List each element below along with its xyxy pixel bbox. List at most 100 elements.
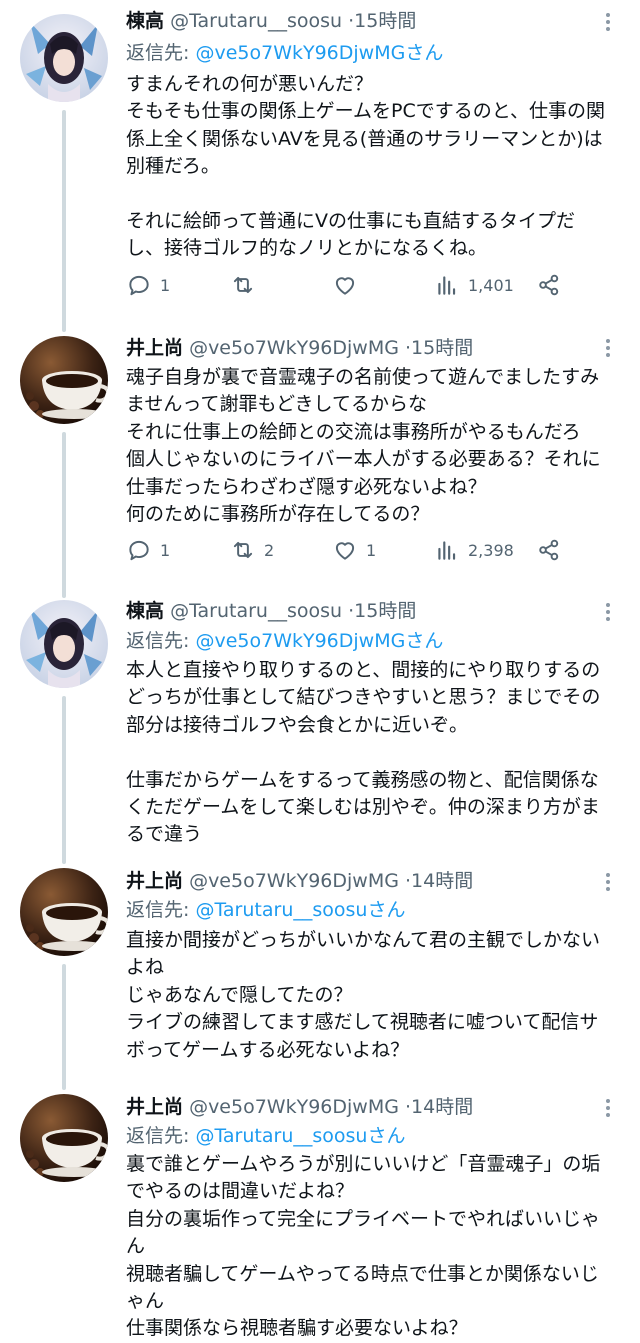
views-count: 2,398: [468, 540, 514, 560]
display-name[interactable]: 棟高: [126, 600, 164, 622]
tweet[interactable]: 井上尚 @ve5o7WkY96DjwMG ·14時間 返信先: @Tarutar…: [0, 1090, 640, 1342]
views-icon: [438, 276, 456, 295]
text-line: 直接か間接がどっちがいいかなんて君の主観でしかない: [126, 929, 601, 951]
user-handle[interactable]: @Tarutaru__soosu: [170, 10, 342, 32]
reply-count: 1: [160, 275, 171, 295]
tweet[interactable]: 井上尚 @ve5o7WkY96DjwMG ·14時間 返信先: @Tarutar…: [0, 864, 640, 1090]
views-count: 1,401: [468, 275, 514, 295]
retweet-button[interactable]: 2: [230, 534, 274, 566]
avatar[interactable]: [20, 868, 108, 956]
reply-context: 返信先: @Tarutaru__soosuさん: [126, 1121, 405, 1151]
timestamp[interactable]: 14時間: [411, 870, 473, 892]
like-button[interactable]: 1: [332, 534, 376, 566]
avatar[interactable]: [20, 1094, 108, 1182]
share-icon: [539, 274, 559, 296]
text-line: 個人じゃないのにライバー本人がする必要ある？それに: [126, 448, 601, 471]
text-line: それに絵師って普通にVの仕事にも直結するタイプだ: [126, 210, 576, 233]
coffee-avatar-image: [20, 868, 108, 956]
reply-mention[interactable]: @Tarutaru__soosuさん: [195, 899, 405, 921]
coffee-avatar-image: [20, 336, 108, 424]
text-line: よね: [126, 956, 165, 979]
reply-label: 返信先:: [126, 42, 190, 64]
avatar[interactable]: [20, 600, 108, 688]
retweet-count: 2: [264, 540, 275, 560]
like-icon: [335, 277, 355, 295]
more-icon[interactable]: [596, 10, 620, 40]
coffee-avatar-image: [20, 1094, 108, 1182]
reply-button[interactable]: 1: [126, 269, 170, 301]
timestamp[interactable]: 14時間: [411, 1096, 473, 1118]
display-name[interactable]: 井上尚: [126, 337, 183, 359]
display-name[interactable]: 井上尚: [126, 870, 183, 892]
user-handle[interactable]: @Tarutaru__soosu: [170, 600, 342, 622]
like-button[interactable]: [332, 269, 366, 301]
text-line: 仕事だからゲームをするって義務感の物と、配信関係な: [126, 768, 599, 791]
text-line: どっちが仕事として結びつきやすいと思う？まじでその: [126, 686, 601, 709]
retweet-button[interactable]: [230, 269, 264, 301]
text-line: るで違う: [126, 823, 203, 846]
more-icon[interactable]: [596, 600, 620, 630]
text-line: 別種だろ。: [126, 155, 220, 178]
text-line: ませんって謝罪もどきしてるからな: [126, 393, 427, 416]
text-line: 仕事関係なら視聴者騙す必要ないよね？: [126, 1317, 468, 1340]
tweet[interactable]: 井上尚 @ve5o7WkY96DjwMG ·15時間 魂子自身が裏で音霊魂子の名…: [0, 332, 640, 594]
display-name[interactable]: 井上尚: [126, 1096, 183, 1118]
reply-mention[interactable]: @ve5o7WkY96DjwMGさん: [195, 630, 443, 652]
reply-context: 返信先: @ve5o7WkY96DjwMGさん: [126, 38, 443, 68]
tweet-header: 井上尚 @ve5o7WkY96DjwMG ·14時間: [126, 866, 473, 896]
text-line: じゃあなんで隠してたの？: [126, 983, 353, 1006]
user-handle[interactable]: @ve5o7WkY96DjwMG: [189, 1096, 399, 1118]
text-line: それに仕事上の絵師との交流は事務所がやるもんだろ: [126, 420, 581, 443]
text-line: ゃん: [126, 1290, 165, 1313]
tweet-text: すまんそれの何が悪いんだ？ そもそも仕事の関係上ゲームをPCでするのと、仕事の関…: [126, 71, 616, 263]
tweet[interactable]: 棟高 @Tarutaru__soosu ·15時間 返信先: @ve5o7WkY…: [0, 0, 640, 332]
timestamp[interactable]: 15時間: [411, 337, 473, 359]
reply-label: 返信先:: [126, 1125, 190, 1147]
tweet-text: 魂子自身が裏で音霊魂子の名前使って遊んでましたすみ ませんって謝罪もどきしてるか…: [126, 364, 616, 528]
text-line: でやるのは間違いだよね？: [126, 1180, 355, 1203]
user-handle[interactable]: @ve5o7WkY96DjwMG: [189, 337, 399, 359]
views-icon: [438, 541, 456, 560]
more-icon[interactable]: [596, 336, 620, 366]
views-button[interactable]: 1,401: [434, 269, 514, 301]
tweet-header: 井上尚 @ve5o7WkY96DjwMG ·14時間: [126, 1092, 473, 1122]
tweet[interactable]: 棟高 @Tarutaru__soosu ·15時間 返信先: @ve5o7WkY…: [0, 594, 640, 864]
more-icon[interactable]: [596, 870, 620, 900]
text-line: 係上全く関係ないAVを見る(普通のサラリーマンとか)は: [126, 127, 603, 150]
text-line: くただゲームをして楽しむは別やぞ。仲の深まり方がま: [126, 796, 600, 819]
text-line: 仕事だったらわざわざ隠す必死ないよね？: [126, 475, 487, 498]
user-handle[interactable]: @ve5o7WkY96DjwMG: [189, 870, 399, 892]
avatar[interactable]: [20, 336, 108, 424]
share-icon: [539, 539, 559, 561]
text-line: 部分は接待ゴルフや会食とかに近いぞ。: [126, 713, 469, 736]
text-line: し、接待ゴルフ的なノリとかになるくね。: [126, 237, 488, 260]
tweet-header: 棟高 @Tarutaru__soosu ·15時間: [126, 596, 416, 626]
reply-mention[interactable]: @Tarutaru__soosuさん: [195, 1125, 405, 1147]
text-line: そもそも仕事の関係上ゲームをPCでするのと、仕事の関: [126, 100, 606, 123]
reply-label: 返信先:: [126, 899, 190, 921]
reply-icon: [129, 275, 149, 296]
views-button[interactable]: 2,398: [434, 534, 514, 566]
reply-context: 返信先: @ve5o7WkY96DjwMGさん: [126, 626, 443, 656]
more-icon[interactable]: [596, 1096, 620, 1126]
tweet-header: 棟高 @Tarutaru__soosu ·15時間: [126, 6, 416, 36]
like-count: 1: [366, 540, 377, 560]
tweet-text: 直接か間接がどっちがいいかなんて君の主観でしかない よね じゃあなんで隠してたの…: [126, 927, 616, 1064]
share-button[interactable]: [536, 534, 562, 566]
text-line: 自分の裏垢作って完全にプライベートでやればいいじゃ: [126, 1207, 601, 1230]
timestamp[interactable]: 15時間: [354, 10, 416, 32]
share-button[interactable]: [536, 269, 562, 301]
retweet-icon: [233, 276, 253, 294]
text-line: 魂子自身が裏で音霊魂子の名前使って遊んでましたすみ: [126, 366, 600, 388]
timestamp[interactable]: 15時間: [354, 600, 416, 622]
like-icon: [335, 542, 355, 560]
display-name[interactable]: 棟高: [126, 10, 164, 32]
retweet-icon: [233, 541, 253, 559]
reply-button[interactable]: 1: [126, 534, 170, 566]
avatar[interactable]: [20, 14, 108, 102]
action-bar: 1 2 1 2,398: [126, 534, 606, 566]
reply-mention[interactable]: @ve5o7WkY96DjwMGさん: [195, 42, 443, 64]
text-line: すまんそれの何が悪いんだ？: [126, 73, 374, 95]
text-line: ボってゲームする必死ないよね？: [126, 1038, 410, 1061]
reply-label: 返信先:: [126, 630, 190, 652]
